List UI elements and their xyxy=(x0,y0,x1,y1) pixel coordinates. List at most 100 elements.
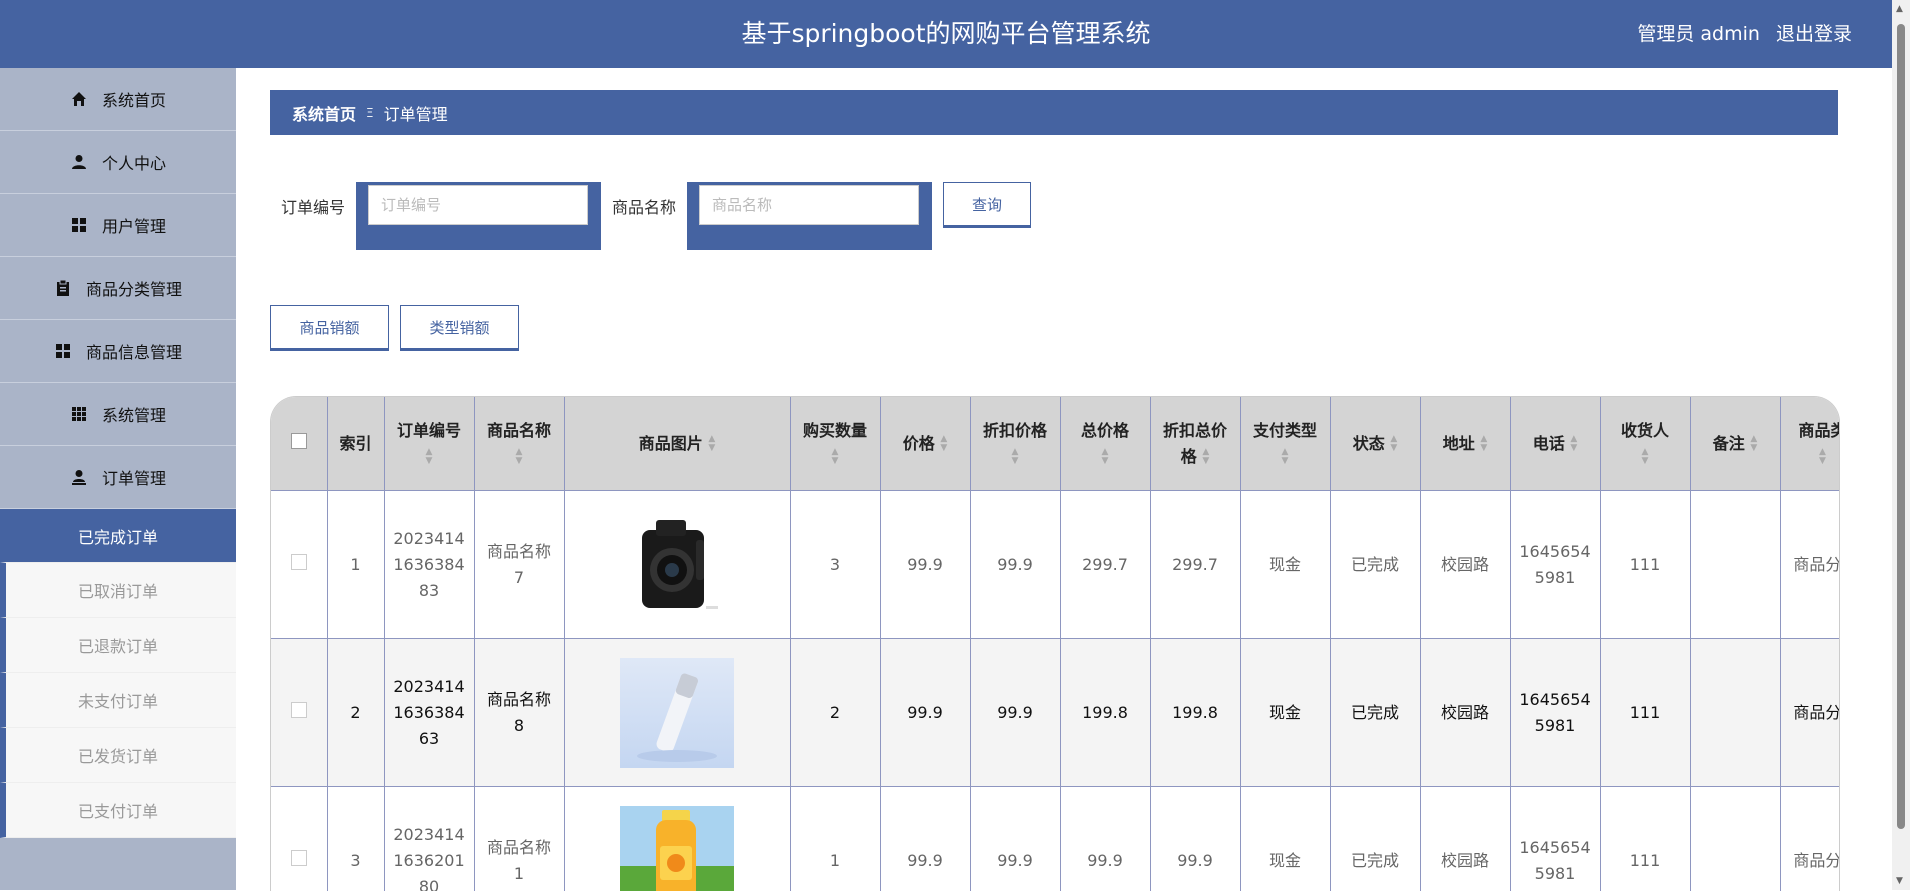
select-all-checkbox[interactable] xyxy=(291,433,307,449)
sort-icon: ▲▼ xyxy=(1642,448,1649,466)
row-checkbox[interactable] xyxy=(291,702,307,718)
cell-receiver: 111 xyxy=(1600,491,1690,639)
sort-icon: ▲▼ xyxy=(1102,448,1109,466)
cell-discount-total: 199.8 xyxy=(1150,639,1240,787)
col-header[interactable]: 订单编号▲▼ xyxy=(384,397,474,491)
col-header[interactable]: 折扣总价格 ▲▼ xyxy=(1150,397,1240,491)
order-no-box xyxy=(356,182,601,250)
cell-price: 99.9 xyxy=(880,639,970,787)
row-select-cell[interactable] xyxy=(271,491,327,639)
product-name-input[interactable] xyxy=(699,185,919,225)
sidebar: 系统首页 个人中心 用户管理 商品分类管理 商品信息管理 系统 xyxy=(0,68,236,890)
cell-status: 已完成 xyxy=(1330,491,1420,639)
table-row[interactable]: 1 2023414163638483 商品名称7 xyxy=(271,491,1840,639)
cell-image xyxy=(564,787,790,891)
sidebar-item-product[interactable]: 商品信息管理 xyxy=(0,320,236,383)
sort-icon: ▲▼ xyxy=(940,435,947,453)
row-checkbox[interactable] xyxy=(291,850,307,866)
cell-order-no: 2023414163620180 xyxy=(384,787,474,891)
breadcrumb: 系统首页 Ξ 订单管理 xyxy=(270,90,1838,135)
submenu-cancelled-orders[interactable]: 已取消订单 xyxy=(0,563,236,618)
col-header[interactable]: 价格 ▲▼ xyxy=(880,397,970,491)
type-sales-button[interactable]: 类型销额 xyxy=(400,305,519,349)
clipboard-icon xyxy=(54,279,72,297)
user-upload-icon xyxy=(70,468,88,486)
col-header[interactable]: 商品类▲▼ xyxy=(1780,397,1840,491)
cell-order-no: 2023414163638483 xyxy=(384,491,474,639)
apps-icon xyxy=(70,405,88,423)
scroll-down-arrow-icon[interactable]: ▼ xyxy=(1896,876,1903,886)
col-header[interactable]: 地址 ▲▼ xyxy=(1420,397,1510,491)
col-header[interactable]: 支付类型▲▼ xyxy=(1240,397,1330,491)
breadcrumb-current: 订单管理 xyxy=(384,101,448,125)
col-header[interactable]: 购买数量▲▼ xyxy=(790,397,880,491)
sidebar-item-label: 商品信息管理 xyxy=(86,339,182,363)
row-checkbox[interactable] xyxy=(291,554,307,570)
sidebar-item-label: 个人中心 xyxy=(102,150,166,174)
sort-icon: ▲▼ xyxy=(1390,435,1397,453)
cell-note xyxy=(1690,491,1780,639)
table-row[interactable]: 3 2023414163620180 商品名称1 1 xyxy=(271,787,1840,891)
cell-address: 校园路 xyxy=(1420,491,1510,639)
sort-icon: ▲▼ xyxy=(1012,448,1019,466)
sort-icon: ▲▼ xyxy=(1570,435,1577,453)
sidebar-item-label: 系统管理 xyxy=(102,402,166,426)
query-button[interactable]: 查询 xyxy=(943,182,1031,226)
select-all-cell[interactable] xyxy=(271,397,327,491)
col-header[interactable]: 折扣价格▲▼ xyxy=(970,397,1060,491)
product-sales-button[interactable]: 商品销额 xyxy=(270,305,389,349)
col-header[interactable]: 状态 ▲▼ xyxy=(1330,397,1420,491)
orders-table: 索引 订单编号▲▼ 商品名称▲▼ 商品图片 ▲▼ 购买数量▲▼ 价格 ▲▼ 折扣… xyxy=(270,396,1840,891)
cell-product: 商品名称1 xyxy=(474,787,564,891)
cell-receiver: 111 xyxy=(1600,639,1690,787)
sidebar-item-label: 系统首页 xyxy=(102,87,166,111)
cell-address: 校园路 xyxy=(1420,787,1510,891)
user-role: 管理员 xyxy=(1637,23,1694,45)
cell-order-no: 2023414163638463 xyxy=(384,639,474,787)
grid-icon xyxy=(70,216,88,234)
sidebar-item-category[interactable]: 商品分类管理 xyxy=(0,257,236,320)
cell-discount-total: 299.7 xyxy=(1150,491,1240,639)
col-header[interactable]: 总价格▲▼ xyxy=(1060,397,1150,491)
cell-product: 商品名称7 xyxy=(474,491,564,639)
cell-address: 校园路 xyxy=(1420,639,1510,787)
submenu-refunded-orders[interactable]: 已退款订单 xyxy=(0,618,236,673)
sidebar-item-system[interactable]: 系统管理 xyxy=(0,383,236,446)
sort-icon: ▲▼ xyxy=(832,448,839,466)
cell-qty: 3 xyxy=(790,491,880,639)
person-icon xyxy=(70,153,88,171)
col-header[interactable]: 商品图片 ▲▼ xyxy=(564,397,790,491)
submenu-completed-orders[interactable]: 已完成订单 xyxy=(0,509,236,563)
scrollbar-thumb[interactable] xyxy=(1897,24,1905,829)
col-header[interactable]: 电话 ▲▼ xyxy=(1510,397,1600,491)
sidebar-item-profile[interactable]: 个人中心 xyxy=(0,131,236,194)
col-header[interactable]: 备注 ▲▼ xyxy=(1690,397,1780,491)
sort-icon: ▲▼ xyxy=(1819,448,1826,466)
col-header[interactable]: 收货人▲▼ xyxy=(1600,397,1690,491)
submenu-unpaid-orders[interactable]: 未支付订单 xyxy=(0,673,236,728)
cell-receiver: 111 xyxy=(1600,787,1690,891)
sidebar-item-orders[interactable]: 订单管理 xyxy=(0,446,236,509)
cell-phone: 16456545981 xyxy=(1510,491,1600,639)
sidebar-item-label: 用户管理 xyxy=(102,213,166,237)
row-select-cell[interactable] xyxy=(271,787,327,891)
cell-status: 已完成 xyxy=(1330,787,1420,891)
logout-link[interactable]: 退出登录 xyxy=(1776,23,1852,45)
cell-price: 99.9 xyxy=(880,491,970,639)
breadcrumb-home[interactable]: 系统首页 xyxy=(292,101,356,125)
scroll-up-arrow-icon[interactable]: ▲ xyxy=(1896,4,1903,14)
submenu-shipped-orders[interactable]: 已发货订单 xyxy=(0,728,236,783)
cell-image xyxy=(564,491,790,639)
col-header[interactable]: 商品名称▲▼ xyxy=(474,397,564,491)
col-header: 索引 xyxy=(327,397,384,491)
row-select-cell[interactable] xyxy=(271,639,327,787)
sidebar-item-users[interactable]: 用户管理 xyxy=(0,194,236,257)
sidebar-item-home[interactable]: 系统首页 xyxy=(0,68,236,131)
sort-icon: ▲▼ xyxy=(708,435,715,453)
order-no-input[interactable] xyxy=(368,185,588,225)
table-row[interactable]: 2 2023414163638463 商品名称8 xyxy=(271,639,1840,787)
submenu-paid-orders[interactable]: 已支付订单 xyxy=(0,783,236,838)
sidebar-item-label: 订单管理 xyxy=(102,465,166,489)
cell-category: 商品分7 xyxy=(1780,491,1840,639)
page-scrollbar[interactable]: ▲ ▼ xyxy=(1892,0,1910,890)
